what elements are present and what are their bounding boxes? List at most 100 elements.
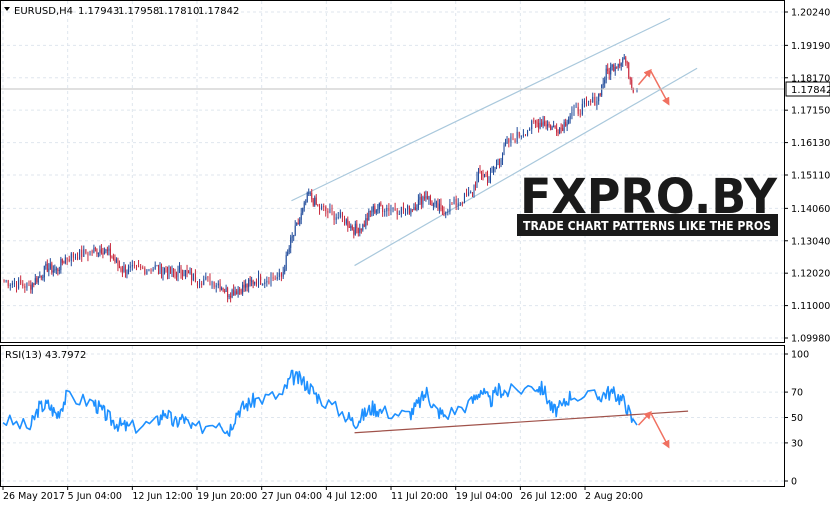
candle-body xyxy=(560,127,562,129)
candle-body xyxy=(49,263,51,269)
candle-body xyxy=(262,283,264,285)
candle-body xyxy=(167,271,169,277)
candle-body xyxy=(544,121,546,125)
candle-body xyxy=(254,281,256,284)
time-tick-label: 2 Aug 20:00 xyxy=(585,491,643,502)
fxpro-tagline: TRADE CHART PATTERNS LIKE THE PROS xyxy=(523,218,771,233)
candle-body xyxy=(476,177,478,188)
candle-body xyxy=(317,204,319,206)
candle-body xyxy=(272,277,274,279)
candle-body xyxy=(592,96,594,102)
candle-body xyxy=(359,228,361,233)
candle-body xyxy=(547,124,549,127)
candle-body xyxy=(533,120,535,122)
candle-body xyxy=(508,138,510,143)
time-tick-label: 19 Jul 04:00 xyxy=(456,491,513,502)
candle-body xyxy=(599,93,601,96)
candle-body xyxy=(16,283,18,289)
candle-body xyxy=(354,223,356,235)
candle-body xyxy=(461,202,463,204)
ohlc-low: 1.17810 xyxy=(158,6,199,17)
candle-body xyxy=(500,160,502,165)
candle-body xyxy=(619,63,621,66)
candle-body xyxy=(610,66,612,75)
candle-body xyxy=(43,265,45,278)
candle-body xyxy=(72,253,74,258)
candle-body xyxy=(579,113,581,115)
candle-body xyxy=(64,257,66,264)
candle-body xyxy=(390,209,392,211)
candle-body xyxy=(368,211,370,221)
candle-body xyxy=(573,107,575,112)
candle-body xyxy=(165,269,167,272)
candle-body xyxy=(588,101,590,102)
candle-body xyxy=(527,130,529,136)
candle-body xyxy=(541,122,543,126)
candle-body xyxy=(221,288,223,290)
candle-body xyxy=(99,249,101,253)
candle-body xyxy=(323,206,325,208)
candle-body xyxy=(585,100,587,102)
candle-body xyxy=(117,259,119,266)
candle-body xyxy=(365,218,367,227)
candle-body xyxy=(280,272,282,277)
candle-body xyxy=(264,282,266,284)
candle-body xyxy=(255,281,257,285)
candle-body xyxy=(118,265,120,269)
candle-body xyxy=(103,251,105,255)
candle-body xyxy=(185,270,187,276)
candle-body xyxy=(225,288,227,292)
candle-body xyxy=(268,280,270,284)
candle-body xyxy=(222,288,224,292)
candle-body xyxy=(479,170,481,172)
candle-body xyxy=(382,206,384,212)
candle-body xyxy=(213,281,215,288)
candle-body xyxy=(481,170,483,176)
candle-body xyxy=(457,203,459,206)
candle-body xyxy=(510,136,512,143)
candle-body xyxy=(246,283,248,288)
candle-body xyxy=(156,265,158,267)
candle-body xyxy=(631,79,633,88)
candle-body xyxy=(351,225,353,230)
time-tick-label: 27 Jun 04:00 xyxy=(262,491,322,502)
candle-body xyxy=(61,258,63,263)
candle-body xyxy=(396,210,398,215)
candle-body xyxy=(308,192,310,194)
candle-body xyxy=(407,205,409,210)
candle-body xyxy=(329,208,331,213)
rsi-tick-label: 50 xyxy=(791,413,803,424)
candle-body xyxy=(105,249,107,252)
candle-body xyxy=(294,225,296,236)
candle-body xyxy=(563,122,565,132)
candle-body xyxy=(569,115,571,120)
candle-body xyxy=(608,70,610,75)
candle-body xyxy=(551,126,553,130)
candle-body xyxy=(276,277,278,280)
candle-body xyxy=(622,58,624,63)
candle-body xyxy=(581,103,583,115)
candle-body xyxy=(590,101,592,102)
candle-body xyxy=(459,202,461,204)
candle-body xyxy=(51,263,53,273)
candle-body xyxy=(548,124,550,126)
candle-body xyxy=(372,206,374,212)
candle-body xyxy=(435,202,437,204)
candle-body xyxy=(242,284,244,294)
candle-body xyxy=(518,131,520,137)
candle-body xyxy=(602,83,604,85)
candle-body xyxy=(536,122,538,124)
candle-body xyxy=(81,249,83,257)
candle-body xyxy=(296,222,298,226)
candle-body xyxy=(131,264,133,267)
price-tick-label: 1.16130 xyxy=(791,138,830,149)
candle-body xyxy=(159,263,161,272)
candle-body xyxy=(135,265,137,266)
candle-body xyxy=(278,272,280,278)
candle-body xyxy=(11,283,13,285)
candle-body xyxy=(556,127,558,133)
candle-body xyxy=(583,100,585,104)
candle-body xyxy=(473,186,475,194)
candle-body xyxy=(491,170,493,173)
candle-body xyxy=(96,248,98,255)
